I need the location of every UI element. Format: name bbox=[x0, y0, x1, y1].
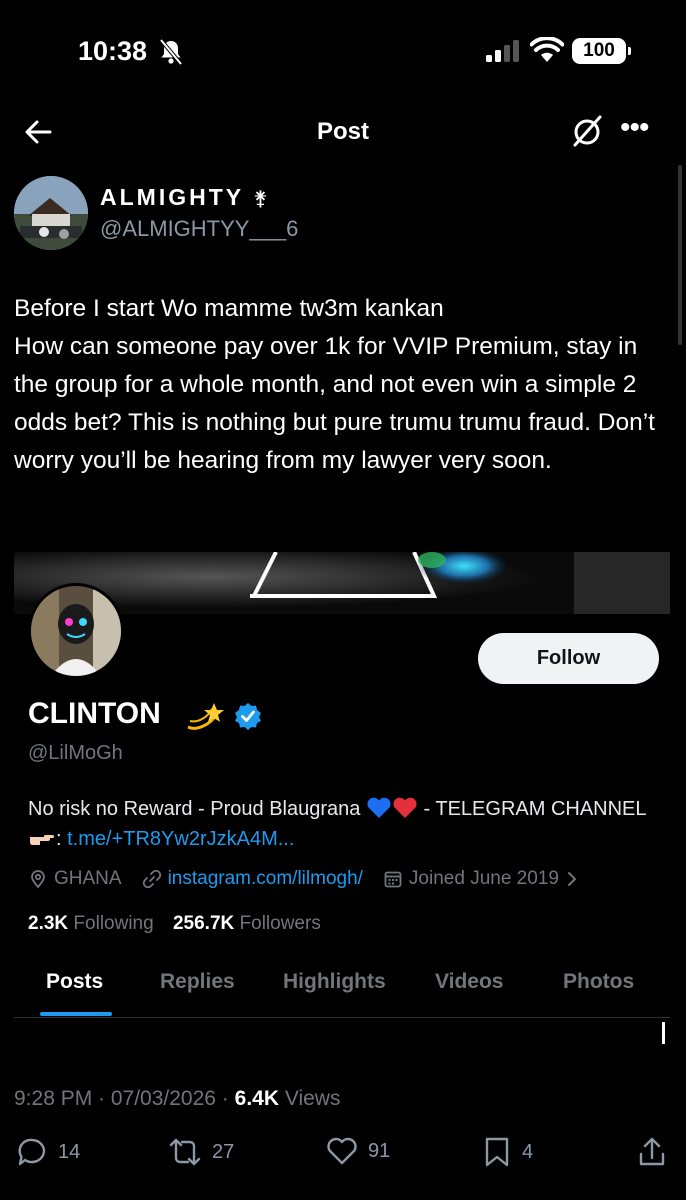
bio-suffix: - TELEGRAM CHANNEL bbox=[417, 798, 646, 820]
repost-button[interactable]: 27 bbox=[168, 1136, 234, 1168]
post-text: Before I start Wo mamme tw3m kankan How … bbox=[14, 295, 655, 474]
profile-handle: @LilMoGh bbox=[28, 742, 123, 764]
tab-replies[interactable]: Replies bbox=[160, 970, 235, 994]
pointing-hand-icon bbox=[30, 835, 54, 845]
active-tab-indicator bbox=[40, 1012, 112, 1016]
status-bar: 10:38 100 bbox=[0, 0, 686, 100]
calendar-icon bbox=[384, 871, 402, 888]
bio-text: No risk no Reward - Proud Blaugrana bbox=[28, 798, 366, 820]
bio-link[interactable]: t.me/+TR8Yw2rJzkA4M... bbox=[67, 828, 294, 850]
reply-count: 14 bbox=[58, 1140, 81, 1163]
verified-badge-icon bbox=[235, 703, 261, 730]
profile-meta: GHANA instagram.com/lilmogh/ Joined June… bbox=[28, 866, 605, 892]
status-time: 10:38 bbox=[78, 36, 148, 66]
bell-slash-icon bbox=[159, 38, 183, 66]
grok-icon[interactable] bbox=[570, 114, 604, 148]
followers-count[interactable]: 256.7K Followers bbox=[173, 913, 321, 934]
joined-date: Joined June 2019 bbox=[383, 868, 585, 890]
author-symbol: ⚵ bbox=[253, 188, 268, 210]
link-icon bbox=[142, 869, 161, 889]
bookmark-count: 4 bbox=[522, 1140, 534, 1163]
location-pin-icon bbox=[31, 870, 45, 889]
avatar-photo bbox=[14, 176, 88, 250]
dizzy-emoji-icon bbox=[187, 703, 224, 730]
signal-icon bbox=[486, 40, 519, 62]
location-text: GHANA bbox=[54, 868, 122, 889]
website[interactable]: instagram.com/lilmogh/ bbox=[142, 868, 363, 890]
author-handle[interactable]: @ALMIGHTYY___6 bbox=[100, 216, 298, 242]
profile-name: CLINTON bbox=[28, 697, 161, 730]
repost-count: 27 bbox=[212, 1140, 235, 1163]
chevron-right-icon[interactable] bbox=[565, 870, 579, 888]
wifi-icon bbox=[530, 37, 564, 62]
website-link[interactable]: instagram.com/lilmogh/ bbox=[168, 868, 363, 890]
share-button[interactable] bbox=[636, 1136, 678, 1168]
post-timestamp: 9:28 PM · 07/03/2026 · 6.4K Views bbox=[14, 1087, 340, 1111]
joined-text: Joined June 2019 bbox=[408, 868, 559, 889]
bookmark-icon bbox=[485, 1137, 509, 1167]
author-name-text: ALMIGHTY bbox=[100, 184, 244, 210]
tab-highlights[interactable]: Highlights bbox=[283, 970, 386, 994]
blue-heart-icon bbox=[367, 797, 391, 818]
post-actions: 14 27 91 4 bbox=[0, 1136, 686, 1172]
timestamp-text: 9:28 PM · 07/03/2026 · bbox=[14, 1087, 235, 1110]
following-count[interactable]: 2.3K Following bbox=[28, 913, 154, 934]
scrollbar[interactable] bbox=[678, 165, 682, 345]
author-name[interactable]: ALMIGHTY ⚵ bbox=[100, 184, 268, 211]
profile-avatar-photo bbox=[31, 586, 121, 676]
heart-icon bbox=[327, 1137, 357, 1165]
repost-icon bbox=[169, 1138, 201, 1166]
share-icon bbox=[639, 1137, 665, 1166]
like-count: 91 bbox=[368, 1139, 391, 1162]
tab-photos[interactable]: Photos bbox=[563, 970, 634, 994]
profile-tabs: Posts Replies Highlights Videos Photos bbox=[14, 968, 670, 1018]
views-count: 6.4K bbox=[234, 1087, 279, 1110]
reply-button[interactable]: 14 bbox=[16, 1136, 80, 1168]
author-avatar[interactable] bbox=[14, 176, 88, 250]
views-label: Views bbox=[279, 1087, 341, 1110]
profile-bio: No risk no Reward - Proud Blaugrana - TE… bbox=[28, 797, 646, 850]
location: GHANA bbox=[28, 868, 122, 890]
follow-button[interactable]: Follow bbox=[478, 633, 659, 684]
like-button[interactable]: 91 bbox=[326, 1136, 390, 1166]
card-scrollbar[interactable] bbox=[662, 1022, 665, 1044]
battery-indicator: 100 bbox=[572, 38, 631, 64]
tab-posts[interactable]: Posts bbox=[46, 970, 103, 994]
profile-avatar[interactable] bbox=[28, 583, 124, 679]
red-heart-icon bbox=[393, 797, 417, 818]
reply-icon bbox=[18, 1138, 46, 1166]
tab-videos[interactable]: Videos bbox=[435, 970, 503, 994]
bookmark-button[interactable]: 4 bbox=[482, 1136, 533, 1168]
more-icon[interactable]: ••• bbox=[620, 113, 654, 144]
follow-counts: 2.3K Following 256.7K Followers bbox=[28, 913, 335, 935]
